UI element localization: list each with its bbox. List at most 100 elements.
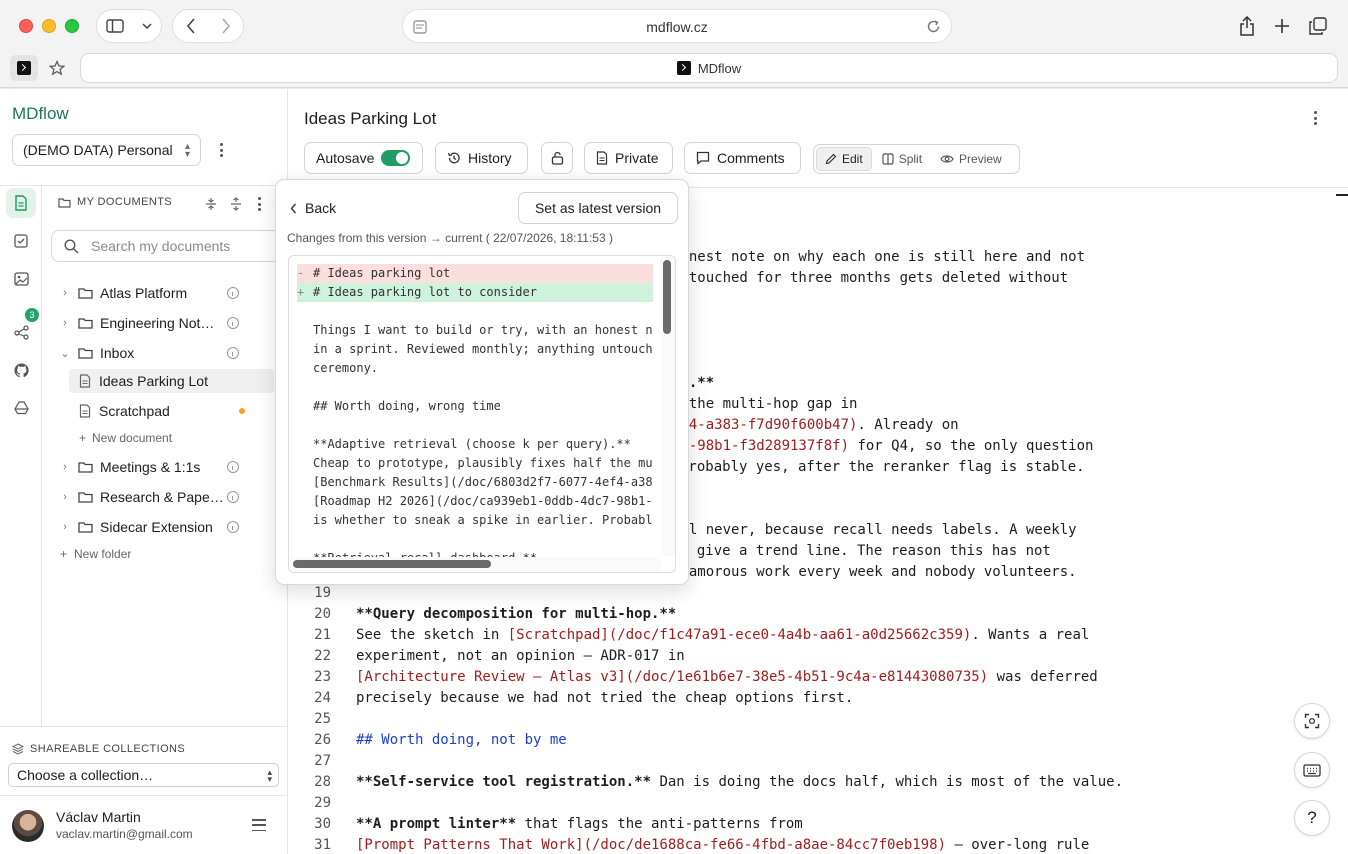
brand-logo[interactable]: MDflow <box>12 104 69 124</box>
workspace-menu-button[interactable] <box>213 142 229 158</box>
zoom-window-button[interactable] <box>65 19 79 33</box>
md-token: was deferred <box>988 669 1098 685</box>
share-button[interactable] <box>1235 14 1259 38</box>
info-icon[interactable] <box>227 461 239 473</box>
md-token: ## Worth doing, not by me <box>356 732 567 748</box>
back-button[interactable]: Back <box>290 200 336 216</box>
chevron-right-icon: › <box>63 317 67 329</box>
my-documents-label: MY DOCUMENTS <box>77 196 173 208</box>
page-title: Ideas Parking Lot <box>304 109 437 128</box>
url-text: mdflow.cz <box>646 19 708 35</box>
line-number: 31 <box>314 837 331 853</box>
documents-menu-button[interactable] <box>251 196 267 212</box>
document-icon <box>15 195 27 211</box>
md-token: precisely because we had not tried the c… <box>356 690 854 706</box>
user-menu-button[interactable] <box>252 819 266 831</box>
my-documents-header: MY DOCUMENTS <box>58 196 172 208</box>
toggle-switch[interactable] <box>381 150 411 166</box>
md-token: **Self-service tool registration.** <box>356 774 652 790</box>
tree-doc-scratchpad[interactable]: Scratchpad <box>79 399 170 423</box>
document-menu-button[interactable] <box>1307 110 1323 126</box>
tree-folder-atlas-platform[interactable]: › Atlas Platform <box>58 281 187 305</box>
tree-folder-sidecar[interactable]: › Sidecar Extension <box>58 515 213 539</box>
tree-folder-inbox[interactable]: ⌄ Inbox <box>58 341 134 365</box>
keyboard-shortcuts-button[interactable] <box>1294 752 1330 788</box>
plus-icon: + <box>79 431 87 445</box>
new-folder-button[interactable]: + New folder <box>60 547 131 561</box>
new-folder-label: New folder <box>74 547 132 561</box>
tree-folder-research[interactable]: › Research & Pape… <box>58 485 224 509</box>
minimize-window-button[interactable] <box>42 19 56 33</box>
sidebar-icon <box>106 19 124 33</box>
md-token: [Scratchpad](/doc/f1c47a91-ece0-4a4b-aa6… <box>507 627 972 643</box>
rail-shared[interactable]: 3 <box>6 308 39 347</box>
history-button[interactable]: History <box>435 142 528 174</box>
info-icon[interactable] <box>227 521 239 533</box>
rail-drive[interactable] <box>6 393 36 423</box>
set-latest-version-button[interactable]: Set as latest version <box>518 192 678 224</box>
expand-all-icon[interactable] <box>230 197 242 211</box>
document-icon <box>79 374 91 388</box>
avatar[interactable] <box>12 810 44 842</box>
chevron-right-icon: › <box>63 287 67 299</box>
horizontal-scrollbar[interactable] <box>293 560 491 568</box>
rail-github[interactable] <box>6 355 36 385</box>
chevron-down-icon <box>142 23 152 29</box>
tab-title: MDflow <box>697 60 742 76</box>
mode-preview[interactable]: Preview <box>932 147 1010 171</box>
close-window-button[interactable] <box>19 19 33 33</box>
collection-select[interactable]: Choose a collection… ▴ ▾ <box>8 763 279 787</box>
comments-button[interactable]: Comments <box>684 142 801 174</box>
diff-text: [Benchmark Results](/doc/6803d2f7-6077-4… <box>313 475 653 489</box>
autosave-toggle[interactable]: Autosave <box>304 142 423 174</box>
reload-icon[interactable] <box>926 19 941 34</box>
lock-button[interactable] <box>541 142 573 174</box>
rail-tasks[interactable] <box>6 226 36 256</box>
browser-sidebar-toggle[interactable] <box>96 9 162 43</box>
diff-line-ctx <box>297 530 653 549</box>
mode-edit[interactable]: Edit <box>816 147 872 171</box>
mode-edit-label: Edit <box>842 152 863 166</box>
back-icon[interactable] <box>186 18 196 34</box>
info-icon[interactable] <box>227 347 239 359</box>
tree-folder-engineering-notes[interactable]: › Engineering Not… <box>58 311 214 335</box>
info-icon[interactable] <box>227 317 239 329</box>
diff-view[interactable]: - # Ideas parking lot + # Ideas parking lot… <box>288 255 676 573</box>
line-number: 27 <box>314 753 331 769</box>
help-button[interactable]: ? <box>1294 800 1330 836</box>
info-icon[interactable] <box>227 287 239 299</box>
collapse-all-icon[interactable] <box>205 197 217 211</box>
chevron-right-icon: › <box>63 491 67 503</box>
search-icon <box>64 239 79 254</box>
tree-folder-meetings[interactable]: › Meetings & 1:1s <box>58 455 200 479</box>
rail-documents[interactable] <box>6 188 36 218</box>
diff-line-ctx: Cheap to prototype, plausibly fixes half… <box>297 454 653 473</box>
vertical-scrollbar[interactable] <box>663 260 671 334</box>
address-bar[interactable]: mdflow.cz <box>402 9 952 43</box>
new-document-button[interactable]: + New document <box>79 431 172 445</box>
back-label: Back <box>305 200 337 216</box>
visibility-button[interactable]: Private <box>584 142 673 174</box>
info-icon[interactable] <box>227 491 239 503</box>
favorites-button[interactable] <box>43 55 71 81</box>
tree-doc-ideas-parking-lot[interactable]: Ideas Parking Lot <box>69 369 274 393</box>
tab-overview-button[interactable] <box>1306 14 1330 38</box>
focus-mode-button[interactable] <box>1294 703 1330 739</box>
lock-open-icon <box>551 151 563 165</box>
view-mode-switch: Edit Split Preview <box>813 144 1020 174</box>
pinned-tab-terminal[interactable] <box>10 55 38 81</box>
new-tab-button[interactable] <box>1270 14 1294 38</box>
workspace-select[interactable]: (DEMO DATA) Personal ▴ ▾ <box>12 134 201 166</box>
diff-text: # Ideas parking lot <box>313 266 451 280</box>
tree-label: Engineering Not… <box>100 315 215 331</box>
line-number: 30 <box>314 816 331 832</box>
search-documents-input[interactable]: Search my documents <box>51 230 281 262</box>
rail-images[interactable] <box>6 264 36 294</box>
line-number: 19 <box>314 585 331 601</box>
select-chevron-icon: ▴ ▾ <box>184 141 190 160</box>
tab-mdflow[interactable]: MDflow <box>80 53 1338 83</box>
forward-icon[interactable] <box>221 18 231 34</box>
mode-split[interactable]: Split <box>874 147 930 171</box>
diff-text: in a sprint. Reviewed monthly; anything … <box>313 342 653 356</box>
nav-rail: 3 <box>0 186 42 726</box>
